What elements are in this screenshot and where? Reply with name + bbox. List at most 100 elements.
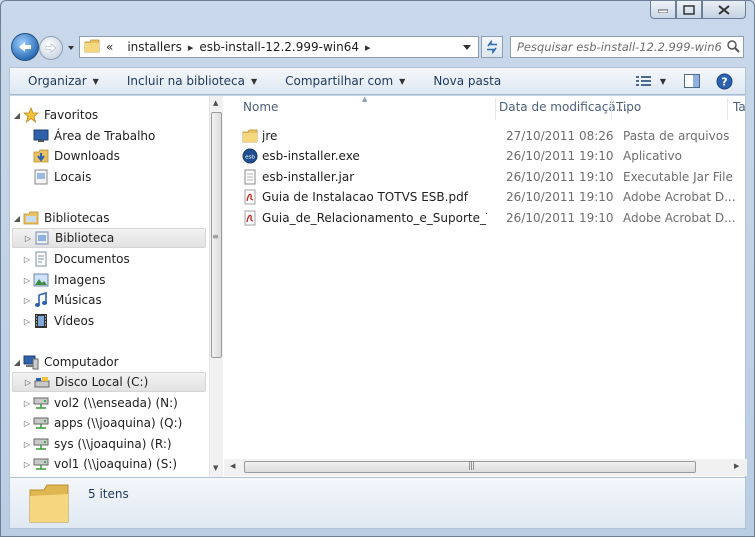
search-icon[interactable] [726, 39, 740, 56]
nav-drive-s[interactable]: ▷ vol1 (\\joaquina) (S:) [22, 454, 208, 474]
window-controls [650, 1, 746, 19]
file-name: esb-installer.exe [262, 149, 360, 163]
dropdown-arrow-icon: ▼ [399, 76, 406, 86]
expand-arrow-icon[interactable]: ▷ [23, 234, 33, 243]
libraries-icon [22, 210, 40, 226]
nav-libraries[interactable]: ◢ Bibliotecas [12, 208, 206, 228]
folder-icon [84, 39, 100, 56]
nav-drive-label: sys (\\joaquina) (R:) [54, 437, 172, 451]
column-date[interactable]: Data de modificaçã... [499, 100, 627, 114]
new-folder-button[interactable]: Nova pasta [413, 68, 509, 94]
dropdown-arrow-icon: ▼ [92, 76, 99, 86]
recent-pages-button[interactable] [66, 42, 76, 52]
preview-pane-button[interactable] [678, 74, 706, 88]
nav-places-label: Locais [54, 170, 92, 184]
nav-documents[interactable]: ▷ Documentos [22, 249, 208, 269]
collapse-arrow-icon[interactable]: ◢ [12, 214, 22, 223]
nav-drive-q[interactable]: ▷ apps (\\joaquina) (Q:) [22, 413, 208, 433]
file-name: Guia_de_Relacionamento_e_Suporte_TO... [262, 211, 487, 225]
maximize-button[interactable] [676, 1, 702, 19]
address-bar[interactable]: « installers ▸ esb-install-12.2.999-win6… [79, 36, 479, 58]
address-row: « installers ▸ esb-install-12.2.999-win6… [1, 27, 754, 67]
table-row[interactable]: esb-installer.jar 26/10/2011 19:10 Execu… [224, 167, 747, 187]
column-size[interactable]: Ta [733, 100, 746, 114]
nav-places[interactable]: Locais [22, 167, 208, 187]
close-icon [718, 4, 730, 15]
breadcrumb-separator-icon[interactable]: ▸ [188, 41, 194, 54]
share-menu[interactable]: Compartilhar com ▼ [265, 68, 413, 94]
expand-arrow-icon[interactable]: ▷ [22, 440, 32, 449]
network-drive-icon [32, 436, 50, 452]
horizontal-scroll-thumb[interactable]: ||| [244, 461, 696, 473]
file-type: Executable Jar File [623, 170, 733, 184]
jar-icon [242, 169, 258, 185]
expand-arrow-icon[interactable]: ▷ [22, 317, 32, 326]
file-name: esb-installer.jar [262, 170, 355, 184]
change-view-button[interactable]: ▼ [630, 75, 672, 87]
collapse-arrow-icon[interactable]: ◢ [12, 111, 22, 120]
exe-icon: esb [242, 148, 258, 164]
expand-arrow-icon[interactable]: ▷ [22, 399, 32, 408]
nav-drive-c[interactable]: ▷ Disco Local (C:) [12, 372, 206, 392]
expand-arrow-icon[interactable]: ▷ [22, 255, 32, 264]
column-name[interactable]: Nome [243, 100, 278, 114]
nav-images[interactable]: ▷ Imagens [22, 270, 208, 290]
share-label: Compartilhar com [285, 74, 394, 88]
column-divider[interactable] [495, 98, 496, 120]
include-library-menu[interactable]: Incluir na biblioteca ▼ [107, 68, 265, 94]
column-type[interactable]: Tipo [616, 100, 641, 114]
refresh-button[interactable] [481, 36, 503, 58]
table-row[interactable]: jre 27/10/2011 08:26 Pasta de arquivos [224, 126, 747, 146]
close-button[interactable] [702, 1, 746, 19]
nav-drive-r[interactable]: ▷ sys (\\joaquina) (R:) [22, 434, 208, 454]
expand-arrow-icon[interactable]: ▷ [22, 460, 32, 469]
column-divider[interactable] [727, 98, 728, 120]
search-input[interactable] [517, 40, 722, 54]
minimize-button[interactable] [650, 1, 676, 19]
organize-menu[interactable]: Organizar ▼ [10, 68, 107, 94]
expand-arrow-icon[interactable]: ▷ [22, 276, 32, 285]
nav-music[interactable]: ▷ Músicas [22, 290, 208, 310]
breadcrumb-installers[interactable]: installers [127, 40, 182, 54]
forward-button[interactable] [39, 36, 63, 60]
scroll-down-icon[interactable]: ▼ [213, 464, 218, 472]
nav-scrollbar[interactable]: ▲ ≡ ▼ [209, 96, 223, 477]
help-icon: ? [716, 73, 733, 89]
nav-desktop[interactable]: Área de Trabalho [22, 126, 208, 146]
help-button[interactable]: ? [710, 73, 739, 90]
nav-music-label: Músicas [54, 293, 102, 307]
collapse-arrow-icon[interactable]: ◢ [12, 358, 22, 367]
nav-computer[interactable]: ◢ Computador [12, 352, 206, 372]
main-panes: ◢ Favoritos Área de Trabalho Downloads L… [9, 96, 747, 477]
include-library-label: Incluir na biblioteca [126, 74, 245, 88]
nav-favorites[interactable]: ◢ Favoritos [12, 105, 206, 125]
nav-downloads[interactable]: Downloads [22, 146, 208, 166]
table-row[interactable]: esb esb-installer.exe 26/10/2011 19:10 A… [224, 146, 747, 166]
address-dropdown-button[interactable] [462, 40, 472, 54]
scroll-up-icon[interactable]: ▲ [213, 99, 218, 107]
back-button[interactable] [11, 33, 39, 61]
scroll-right-icon[interactable]: ▶ [734, 462, 739, 470]
file-type: Adobe Acrobat D... [623, 190, 736, 204]
nav-drive-label: apps (\\joaquina) (Q:) [54, 416, 183, 430]
file-list[interactable]: ▲ Nome Data de modificaçã... Tipo Ta jre… [224, 96, 747, 477]
search-box[interactable] [510, 36, 744, 58]
breadcrumb-separator-icon[interactable]: ▸ [365, 41, 371, 54]
column-divider[interactable] [611, 98, 612, 120]
expand-arrow-icon[interactable]: ▷ [22, 419, 32, 428]
nav-drive-n[interactable]: ▷ vol2 (\\enseada) (N:) [22, 393, 208, 413]
file-type: Aplicativo [623, 149, 682, 163]
table-row[interactable]: Guia de Instalacao TOTVS ESB.pdf 26/10/2… [224, 187, 747, 207]
pdf-icon [242, 189, 258, 205]
nav-videos[interactable]: ▷ Vídeos [22, 311, 208, 331]
table-row[interactable]: Guia_de_Relacionamento_e_Suporte_TO... 2… [224, 208, 747, 228]
nav-library[interactable]: ▷ Biblioteca [12, 228, 206, 248]
navigation-pane[interactable]: ◢ Favoritos Área de Trabalho Downloads L… [10, 96, 208, 477]
scroll-left-icon[interactable]: ◀ [230, 462, 235, 470]
file-date: 26/10/2011 19:10 [506, 170, 614, 184]
expand-arrow-icon[interactable]: ▷ [23, 378, 33, 387]
breadcrumb-overflow[interactable]: « [106, 40, 113, 54]
breadcrumb-current[interactable]: esb-install-12.2.999-win64 [199, 40, 359, 54]
horizontal-scrollbar[interactable]: ◀ ||| ▶ [224, 459, 747, 476]
expand-arrow-icon[interactable]: ▷ [22, 296, 32, 305]
